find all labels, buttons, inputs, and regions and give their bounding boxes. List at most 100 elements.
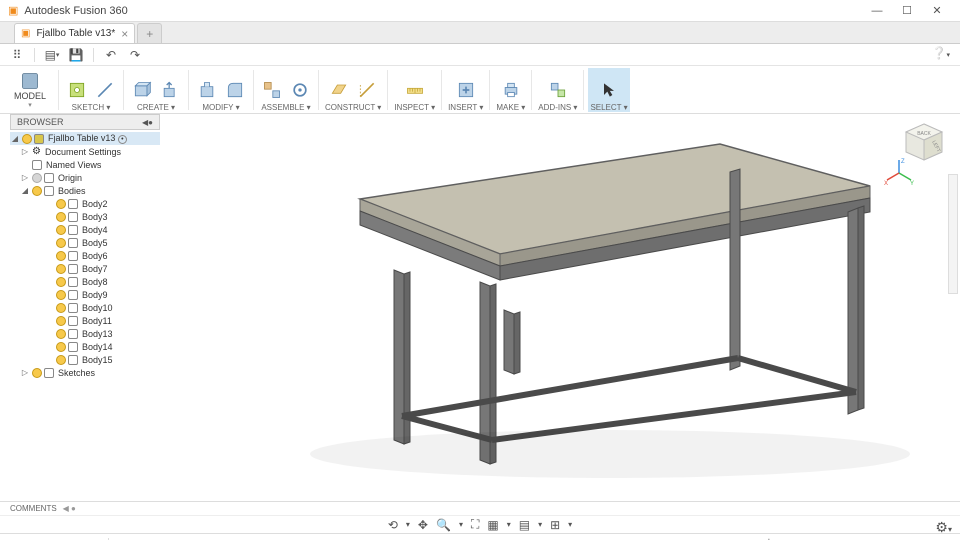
toolbar-group-construct[interactable]: CONSTRUCT ▾ bbox=[323, 68, 383, 112]
toolbar-group-modify[interactable]: MODIFY ▾ bbox=[193, 68, 249, 112]
toolbar-group-sketch[interactable]: SKETCH ▾ bbox=[63, 68, 119, 112]
tree-row[interactable]: ◢Fjallbo Table v13 • bbox=[10, 132, 160, 145]
toolbar-group-insert[interactable]: INSERT ▾ bbox=[446, 68, 485, 112]
visibility-bulb-icon[interactable] bbox=[56, 290, 66, 300]
tree-arrow-icon[interactable]: ◢ bbox=[10, 134, 20, 143]
addin-icon[interactable] bbox=[546, 78, 570, 102]
tree-row[interactable]: Named Views bbox=[10, 158, 160, 171]
grid-menu-icon[interactable]: ⠿ bbox=[8, 46, 26, 64]
tree-row[interactable]: ◢Bodies bbox=[10, 184, 160, 197]
visibility-bulb-icon[interactable] bbox=[56, 342, 66, 352]
maximize-button[interactable]: ☐ bbox=[892, 1, 922, 21]
tree-row[interactable]: Body4 bbox=[10, 223, 160, 236]
tree-arrow-icon[interactable]: ▷ bbox=[20, 173, 30, 182]
save-icon[interactable]: 💾 bbox=[67, 46, 85, 64]
visibility-bulb-icon[interactable] bbox=[56, 251, 66, 261]
visibility-bulb-icon[interactable] bbox=[56, 264, 66, 274]
sketch-create-icon[interactable] bbox=[65, 78, 89, 102]
visibility-bulb-icon[interactable] bbox=[56, 199, 66, 209]
visibility-bulb-icon[interactable] bbox=[56, 316, 66, 326]
workspace-switcher[interactable]: MODEL ▾ bbox=[6, 70, 54, 110]
fit-icon[interactable]: ⛶ bbox=[471, 517, 479, 532]
visibility-bulb-icon[interactable] bbox=[56, 212, 66, 222]
tree-arrow-icon[interactable]: ◢ bbox=[20, 186, 30, 195]
redo-icon[interactable]: ↷ bbox=[126, 46, 144, 64]
tree-arrow-icon[interactable]: ▷ bbox=[20, 147, 30, 156]
tree-row[interactable]: ▷⚙Document Settings bbox=[10, 145, 160, 158]
print-icon[interactable] bbox=[499, 78, 523, 102]
visibility-bulb-icon[interactable] bbox=[56, 303, 66, 313]
view-ruler[interactable] bbox=[948, 174, 958, 294]
visibility-bulb-icon[interactable] bbox=[56, 238, 66, 248]
toolbar-group-addins[interactable]: ADD-INS ▾ bbox=[536, 68, 579, 112]
visibility-bulb-icon[interactable] bbox=[56, 329, 66, 339]
document-tab[interactable]: ▣ Fjallbo Table v13* × bbox=[14, 23, 135, 43]
toolbar-group-select[interactable]: SELECT ▾ bbox=[588, 68, 629, 112]
visibility-bulb-icon[interactable] bbox=[32, 186, 42, 196]
display-icon[interactable]: ▦ bbox=[487, 518, 498, 532]
toolbar-group-make[interactable]: MAKE ▾ bbox=[494, 68, 527, 112]
tree-arrow-icon[interactable]: ▷ bbox=[20, 368, 30, 377]
grid-icon[interactable]: ▤ bbox=[519, 518, 530, 532]
visibility-bulb-icon[interactable] bbox=[32, 173, 42, 183]
body-icon bbox=[68, 264, 78, 274]
orbit-icon[interactable]: ⟲ bbox=[388, 518, 398, 532]
tree-row[interactable]: Body7 bbox=[10, 262, 160, 275]
minimize-button[interactable]: — bbox=[862, 1, 892, 21]
tree-row[interactable]: Body14 bbox=[10, 340, 160, 353]
insert-icon[interactable] bbox=[454, 78, 478, 102]
tree-row[interactable]: ▷ Sketches bbox=[10, 366, 160, 379]
tree-label: Body11 bbox=[82, 316, 112, 326]
fillet-icon[interactable] bbox=[223, 78, 247, 102]
box-icon[interactable] bbox=[130, 78, 154, 102]
measure-icon[interactable] bbox=[403, 78, 427, 102]
toolbar-group-create[interactable]: CREATE ▾ bbox=[128, 68, 184, 112]
select-icon[interactable] bbox=[597, 78, 621, 102]
tree-row[interactable]: Body5 bbox=[10, 236, 160, 249]
browser-header[interactable]: BROWSER ◀● bbox=[10, 114, 160, 130]
presspull-icon[interactable] bbox=[195, 78, 219, 102]
comments-bar[interactable]: COMMENTS ◀ ● bbox=[0, 501, 960, 515]
zoom-icon[interactable]: 🔍 bbox=[436, 518, 451, 532]
visibility-bulb-icon[interactable] bbox=[22, 134, 32, 144]
tree-row[interactable]: Body15 bbox=[10, 353, 160, 366]
toolbar-group-inspect[interactable]: INSPECT ▾ bbox=[392, 68, 437, 112]
tree-row[interactable]: Body3 bbox=[10, 210, 160, 223]
close-button[interactable]: ✕ bbox=[922, 1, 952, 21]
timeline-settings-icon[interactable]: ⚙▾ bbox=[935, 519, 952, 536]
file-icon[interactable]: ▤▾ bbox=[43, 46, 61, 64]
tree-row[interactable]: Body10 bbox=[10, 301, 160, 314]
visibility-bulb-icon[interactable] bbox=[56, 355, 66, 365]
axis-icon[interactable] bbox=[355, 78, 379, 102]
undo-icon[interactable]: ↶ bbox=[102, 46, 120, 64]
tree-row[interactable]: Body2 bbox=[10, 197, 160, 210]
viewport-canvas[interactable] bbox=[170, 114, 940, 494]
tree-row[interactable]: Body11 bbox=[10, 314, 160, 327]
visibility-bulb-icon[interactable] bbox=[56, 277, 66, 287]
tree-label: Body4 bbox=[82, 225, 108, 235]
body-icon bbox=[68, 303, 78, 313]
tab-close-icon[interactable]: × bbox=[121, 27, 128, 41]
new-tab-button[interactable]: + bbox=[137, 23, 162, 43]
toolbar-group-assemble[interactable]: ASSEMBLE ▾ bbox=[258, 68, 314, 112]
tree-label: Sketches bbox=[58, 368, 95, 378]
browser-collapse-icon[interactable]: ◀● bbox=[142, 118, 153, 127]
sketch-line-icon[interactable] bbox=[93, 78, 117, 102]
svg-text:X: X bbox=[884, 181, 888, 187]
tree-row[interactable]: ▷Origin bbox=[10, 171, 160, 184]
visibility-bulb-icon[interactable] bbox=[56, 225, 66, 235]
tree-row[interactable]: Body9 bbox=[10, 288, 160, 301]
joint-icon[interactable] bbox=[288, 78, 312, 102]
visibility-bulb-icon[interactable] bbox=[32, 368, 42, 378]
tree-row[interactable]: Body6 bbox=[10, 249, 160, 262]
help-icon[interactable]: ❔▾ bbox=[932, 46, 950, 60]
component-icon[interactable] bbox=[260, 78, 284, 102]
tree-row[interactable]: Body13 bbox=[10, 327, 160, 340]
plane-icon[interactable] bbox=[327, 78, 351, 102]
pan-icon[interactable]: ✥ bbox=[418, 518, 428, 532]
tree-row[interactable]: Body8 bbox=[10, 275, 160, 288]
extrude-icon[interactable] bbox=[158, 78, 182, 102]
tree-label: Body8 bbox=[82, 277, 108, 287]
body-icon bbox=[68, 199, 78, 209]
viewport-icon[interactable]: ⊞ bbox=[550, 518, 560, 532]
